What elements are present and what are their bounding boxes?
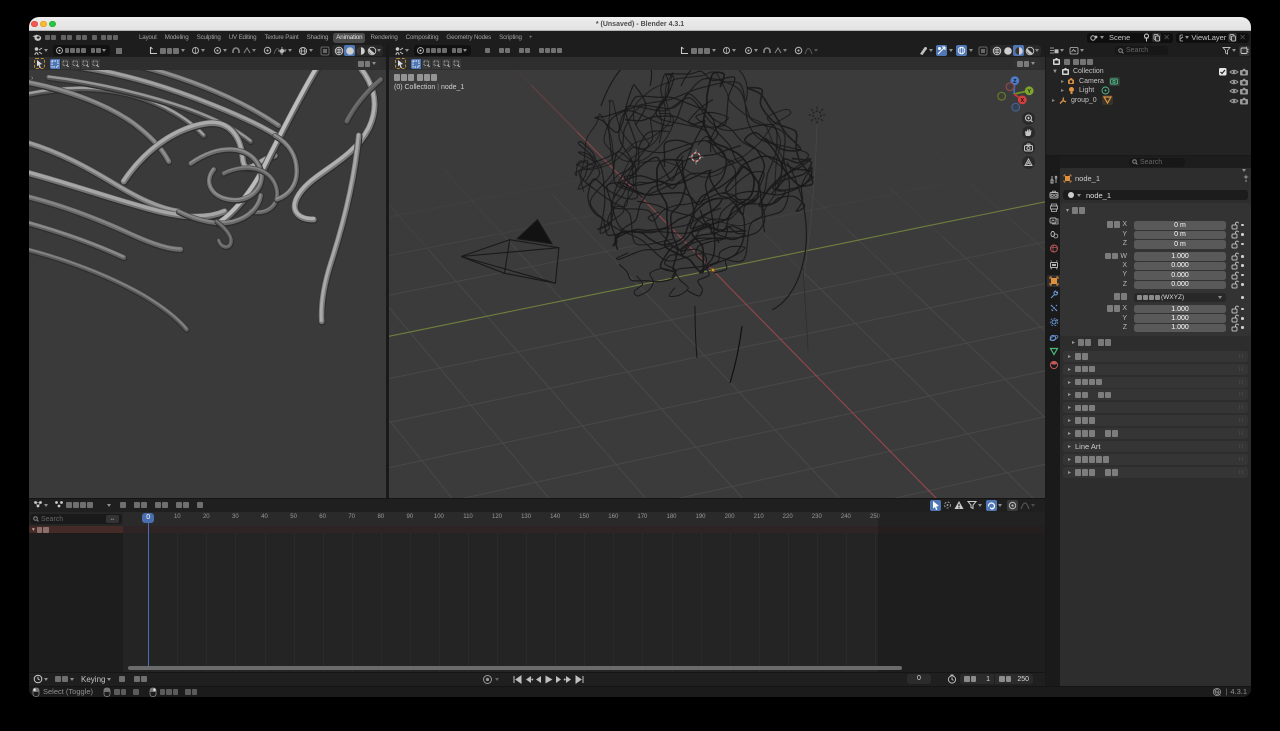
svg-text:Y: Y [1027, 89, 1031, 95]
svg-text:X: X [1020, 98, 1024, 104]
